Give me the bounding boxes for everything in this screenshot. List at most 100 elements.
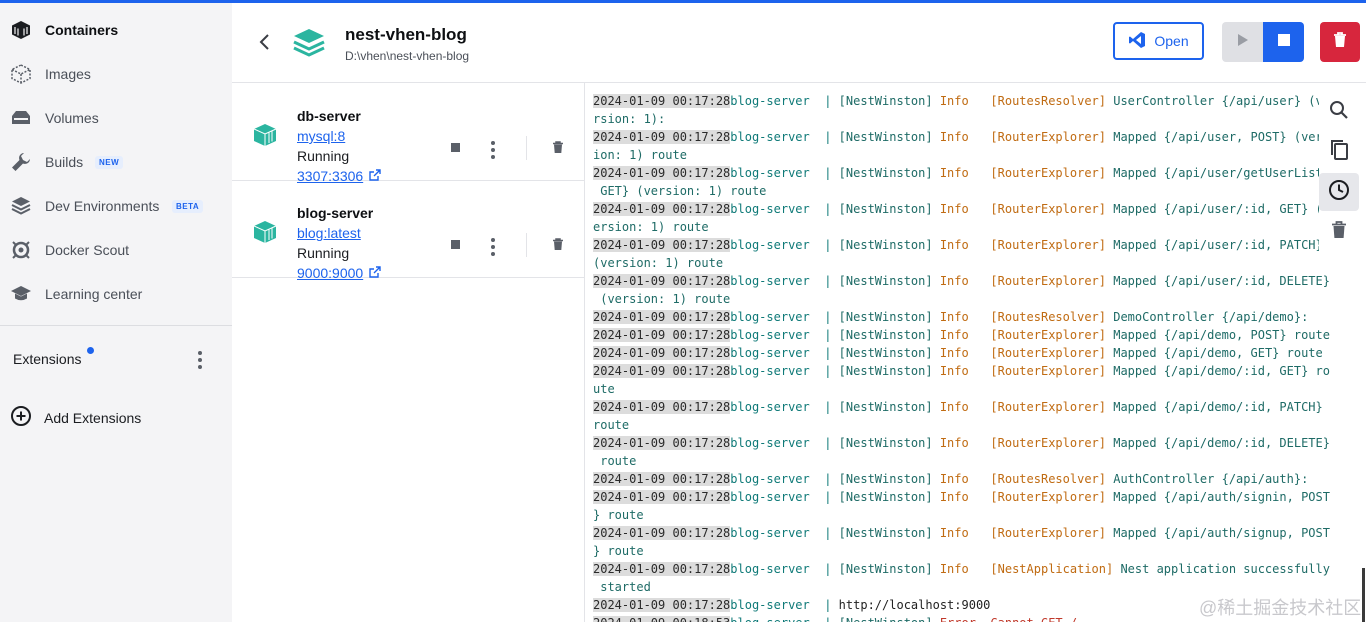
extensions-menu-button[interactable]: [198, 351, 202, 369]
log-wrap: ute: [593, 382, 615, 396]
add-extensions-label: Add Extensions: [44, 410, 142, 426]
log-ts: 2024-01-09 00:17:28: [593, 166, 731, 180]
container-cube-icon: [252, 219, 278, 250]
logs-scrollbar[interactable]: [1362, 568, 1365, 622]
log-app: [NestWinston]: [838, 472, 933, 486]
container-image-link[interactable]: mysql:8: [297, 128, 345, 144]
sidebar-item-learning-center[interactable]: Learning center: [0, 276, 232, 312]
log-lvl: Info: [932, 202, 984, 216]
divider: [526, 233, 527, 257]
log-line: ersion: 1) route: [593, 218, 709, 236]
stop-button[interactable]: [1263, 22, 1304, 62]
log-pipe: |: [816, 130, 839, 144]
log-line: GET} (version: 1) route: [593, 182, 766, 200]
container-trash-icon[interactable]: [552, 238, 564, 256]
log-app: [NestWinston]: [838, 364, 933, 378]
log-app: [NestWinston]: [838, 94, 933, 108]
log-url: http://localhost:9000: [838, 598, 991, 612]
log-ts: 2024-01-09 00:17:28: [593, 328, 731, 342]
log-app: [NestWinston]: [838, 562, 933, 576]
log-app: [NestWinston]: [838, 238, 933, 252]
project-path: D:\vhen\nest-vhen-blog: [345, 49, 470, 63]
container-row[interactable]: db-server mysql:8 Running 3307:3306: [232, 83, 584, 184]
log-pipe: |: [816, 328, 839, 342]
sidebar-item-volumes[interactable]: Volumes: [0, 100, 232, 136]
log-ctx: [RouterExplorer]: [983, 328, 1106, 342]
open-in-vscode-button[interactable]: Open: [1113, 22, 1204, 60]
back-icon[interactable]: [254, 31, 276, 53]
log-lvl: Info: [932, 526, 984, 540]
start-button[interactable]: [1222, 22, 1263, 62]
learning-center-icon: [10, 283, 32, 305]
log-ts: 2024-01-09 00:17:28: [593, 490, 731, 504]
sidebar-item-docker-scout[interactable]: Docker Scout: [0, 232, 232, 268]
sidebar-item-label: Learning center: [45, 286, 143, 302]
log-svc: blog-server: [730, 472, 817, 486]
log-lvl: Info: [932, 94, 984, 108]
timestamps-toggle-button[interactable]: [1319, 173, 1359, 211]
log-line: ute: [593, 380, 615, 398]
log-ctx: [NestApplication]: [983, 562, 1114, 576]
log-app: [NestWinston]: [838, 274, 933, 288]
stop-icon: [1277, 33, 1290, 51]
docker-scout-icon: [10, 239, 32, 261]
log-pipe: |: [816, 364, 839, 378]
clear-icon: [1331, 220, 1347, 244]
log-ctx: [RouterExplorer]: [983, 238, 1106, 252]
log-pipe: |: [816, 166, 839, 180]
log-pipe: |: [816, 346, 839, 360]
container-menu-button[interactable]: [491, 141, 495, 159]
log-ts: 2024-01-09 00:17:28: [593, 346, 731, 360]
add-extensions-button[interactable]: Add Extensions: [10, 405, 142, 432]
port-label: 9000:9000: [297, 265, 364, 281]
logs-toolbar: [1319, 93, 1359, 261]
container-name: db-server: [297, 108, 361, 124]
log-pipe: |: [816, 598, 839, 612]
sidebar-item-builds[interactable]: Builds NEW: [0, 144, 232, 180]
container-stop-icon[interactable]: [451, 240, 460, 249]
log-ts: 2024-01-09 00:17:28: [593, 562, 731, 576]
log-ts: 2024-01-09 00:17:28: [593, 310, 731, 324]
log-line: 2024-01-09 00:17:28blog-server | [NestWi…: [593, 308, 1308, 326]
log-pipe: |: [816, 202, 839, 216]
log-msg: Mapped {/api/demo/:id, DELETE}: [1106, 436, 1330, 450]
log-lvl: Info: [932, 166, 984, 180]
container-stop-icon[interactable]: [451, 143, 460, 152]
log-line: } route: [593, 542, 644, 560]
log-ts: 2024-01-09 00:17:28: [593, 472, 731, 486]
sidebar-item-label: Volumes: [45, 110, 99, 126]
sidebar-item-label: Containers: [45, 22, 119, 38]
log-ts: 2024-01-09 00:17:28: [593, 400, 731, 414]
search-logs-button[interactable]: [1319, 93, 1359, 131]
log-line: route: [593, 416, 629, 434]
container-menu-button[interactable]: [491, 238, 495, 256]
log-app: [NestWinston]: [839, 616, 933, 622]
container-port-link[interactable]: 9000:9000: [297, 265, 381, 281]
sidebar-item-containers[interactable]: Containers: [0, 12, 232, 48]
log-msg: Mapped {/api/demo, POST} route: [1106, 328, 1330, 342]
log-svc: blog-server: [730, 274, 817, 288]
log-line: 2024-01-09 00:17:28blog-server | [NestWi…: [593, 488, 1330, 506]
sidebar-item-images[interactable]: Images: [0, 56, 232, 92]
timestamps-icon: [1328, 179, 1350, 206]
container-trash-icon[interactable]: [552, 141, 564, 159]
sidebar-item-label: Docker Scout: [45, 242, 130, 258]
log-msg: Mapped {/api/user, POST} (vers: [1106, 130, 1330, 144]
log-pipe: |: [816, 490, 839, 504]
log-app: [NestWinston]: [838, 202, 933, 216]
delete-button[interactable]: [1320, 22, 1360, 62]
log-msg: Mapped {/api/user/:id, PATCH}: [1106, 238, 1323, 252]
add-circle-icon: [10, 405, 32, 432]
log-line: 2024-01-09 00:17:28blog-server | [NestWi…: [593, 344, 1323, 362]
log-ctx: [RoutesResolver]: [983, 472, 1106, 486]
copy-logs-button[interactable]: [1319, 133, 1359, 171]
log-wrap: ion: 1) route: [593, 148, 687, 162]
log-svc: blog-server: [730, 202, 817, 216]
sidebar-item-dev-environments[interactable]: Dev Environments BETA: [0, 188, 232, 224]
container-row[interactable]: blog-server blog:latest Running 9000:900…: [232, 180, 584, 281]
log-svc: blog-server: [730, 238, 817, 252]
logs-panel[interactable]: 2024-01-09 00:17:28blog-server | [NestWi…: [584, 83, 1366, 622]
clear-logs-button[interactable]: [1319, 213, 1359, 251]
log-line: 2024-01-09 00:17:28blog-server | [NestWi…: [593, 398, 1323, 416]
container-image-link[interactable]: blog:latest: [297, 225, 361, 241]
